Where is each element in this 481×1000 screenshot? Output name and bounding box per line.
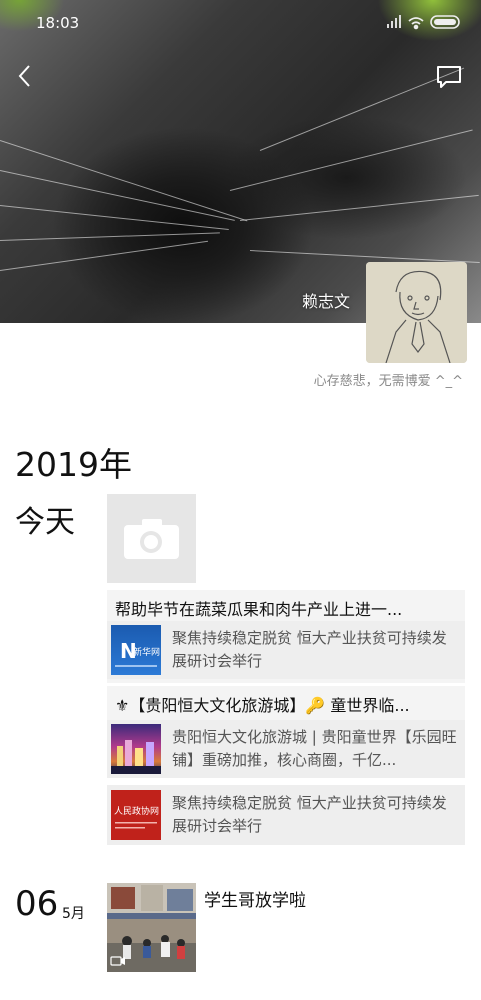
link-preview-text: 聚焦持续稳定脱贫 恒大产业扶贫可持续发展研讨会举行	[172, 794, 447, 835]
post-title: ⚜【贵阳恒大文化旅游城】🔑 童世界临...	[115, 696, 410, 715]
messages-button[interactable]	[435, 64, 463, 90]
svg-text:人民政协网: 人民政协网	[114, 805, 159, 817]
link-thumbnail: 人民政协网	[111, 790, 161, 840]
link-preview-text: 贵阳恒大文化旅游城 | 贵阳童世界【乐园旺铺】重磅加推，核心商圈，千亿...	[172, 728, 457, 769]
link-thumbnail	[111, 724, 161, 774]
comment-icon	[437, 66, 461, 88]
date-label-today: 今天	[15, 505, 75, 540]
signal-icon	[387, 15, 401, 28]
status-bar-icons	[385, 12, 465, 32]
post-caption: 学生哥放学啦	[204, 891, 306, 911]
year-header: 2019年	[15, 445, 132, 484]
svg-text:新华网: 新华网	[133, 646, 160, 658]
profile-name[interactable]: 赖志文	[302, 288, 350, 312]
battery-icon	[430, 15, 460, 29]
post-title: 帮助毕节在蔬菜瓜果和肉牛产业上进一...	[115, 600, 403, 619]
profile-signature: 心存慈悲，无需博爱 ^_^	[313, 374, 463, 389]
post-video-thumbnail[interactable]	[107, 883, 196, 972]
wifi-icon	[408, 17, 424, 30]
avatar[interactable]	[366, 262, 467, 363]
link-preview-text: 聚焦持续稳定脱贫 恒大产业扶贫可持续发展研讨会举行	[172, 629, 447, 670]
post-photo-button[interactable]	[107, 494, 196, 583]
link-preview[interactable]: 贵阳恒大文化旅游城 | 贵阳童世界【乐园旺铺】重磅加推，核心商圈，千亿...	[107, 720, 465, 778]
camera-icon	[124, 519, 179, 559]
link-preview[interactable]: 人民政协网 聚焦持续稳定脱贫 恒大产业扶贫可持续发展研讨会举行	[107, 785, 465, 845]
link-thumbnail: N 新华网	[111, 625, 161, 675]
back-icon	[18, 65, 30, 87]
date-month: 5月	[62, 906, 85, 922]
status-time: 18:03	[36, 14, 80, 32]
link-preview[interactable]: N 新华网 聚焦持续稳定脱贫 恒大产业扶贫可持续发展研讨会举行	[107, 621, 465, 679]
back-button[interactable]	[14, 62, 36, 90]
date-day: 06	[15, 884, 59, 924]
